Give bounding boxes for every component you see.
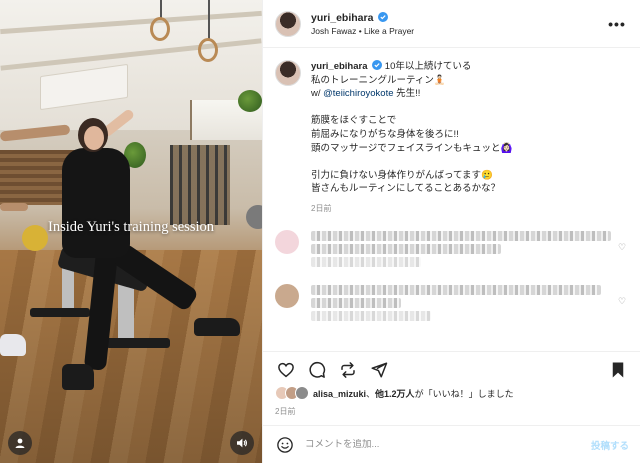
post-header: yuri_ebihara Josh Fawaz • Like a Prayer … [263,0,640,48]
person-shoe [194,318,240,336]
post-date: 2日前 [275,407,296,416]
caption-time: 2日前 [311,203,332,213]
verified-badge-icon [372,60,383,70]
verified-badge-icon [377,11,388,22]
comment-icon [309,361,326,378]
caption-line-2: 私のトレーニングルーティン🧘🏻 [311,74,446,86]
liker-username[interactable]: alisa_mizuki [313,389,366,399]
heart-icon [278,362,294,377]
comment-blurred [311,228,616,270]
caption-text: yuri_ebihara 10年以上続けている 私のトレーニングルーティン🧘🏻 … [311,60,512,226]
comment-avatar[interactable] [275,230,299,254]
post-sidebar: yuri_ebihara Josh Fawaz • Like a Prayer … [262,0,640,463]
audio-track[interactable]: Josh Fawaz • Like a Prayer [311,26,606,36]
author-avatar[interactable] [275,10,301,37]
bench-leg [118,280,134,340]
bookmark-icon [612,362,624,377]
speaker-icon [237,438,247,448]
caption-line-5: 前屈みになりがちな身体を後ろに!! [311,128,459,140]
author-username[interactable]: yuri_ebihara [311,12,373,24]
more-options-button[interactable]: ••• [606,16,628,32]
caption-line-1: 10年以上続けている [384,61,472,72]
caption-line-3: w/ @teiichiroyokote 先生!! [311,87,512,101]
scene-strap [208,0,210,40]
caption-username[interactable]: yuri_ebihara [311,61,368,72]
like-button[interactable] [275,359,297,381]
caption-line: yuri_ebihara 10年以上続けている [311,60,512,74]
share-button[interactable] [368,359,390,381]
likes-count[interactable]: 他1.2万人 [375,389,415,399]
mention-link[interactable]: @teiichiroyokote [323,88,393,99]
blurred-text [311,231,611,241]
comment-item: ♡ [263,282,640,334]
scene-plant [238,90,262,112]
comment-like-icon[interactable]: ♡ [616,242,628,253]
video-overlay-text: Inside Yuri's training session [48,219,214,235]
caption: yuri_ebihara 10年以上続けている 私のトレーニングルーティン🧘🏻 … [263,48,640,226]
caption-line-7: 引力に負けない身体作りがんばってます🥲 [311,169,493,181]
caption-with: w/ [311,88,324,100]
reel-video[interactable]: Inside Yuri's training session [0,0,262,463]
post-comment-button[interactable]: 投稿する [591,438,629,452]
scene-rack [170,145,230,225]
save-button[interactable] [607,359,629,381]
comment-blurred [311,282,616,324]
person-torso [62,148,130,258]
mute-button[interactable] [230,431,254,455]
blurred-meta [311,311,431,321]
repost-icon [341,361,355,378]
caption-sensei: 先生!! [393,88,421,100]
person-tag-icon [15,438,25,448]
caption-line-6: 頭のマッサージでフェイスラインもキュッと🙆🏻‍♀️ [311,142,513,154]
caption-avatar[interactable] [275,60,301,86]
caption-line-4: 筋膜をほぐすことで [311,115,397,127]
gym-ring [150,17,170,41]
emoji-icon [277,436,293,453]
helper-arm [0,203,28,211]
bench-leg [62,268,74,312]
author-info: yuri_ebihara Josh Fawaz • Like a Prayer [311,11,606,36]
comment-button[interactable] [306,359,328,381]
liker-avatar [295,386,309,400]
caption-gap [311,101,512,115]
comment-input[interactable] [305,439,591,450]
likes-summary: alisa_mizuki、他1.2万人が「いいね！」しました [275,386,514,400]
blurred-meta [311,257,421,267]
bench-foot [106,338,170,348]
caption-gap [311,155,512,169]
action-bar [263,351,640,387]
bench-foot [30,308,90,317]
send-icon [371,362,388,377]
scene-strap [160,0,162,18]
comment-avatar[interactable] [275,284,299,308]
helper-shoe [0,334,26,356]
emoji-button[interactable] [275,435,295,455]
gym-ring [198,38,218,62]
blurred-text [311,244,501,254]
blurred-text [311,285,601,295]
caption-line-8: 皆さんもルーティンにしてることあるかな？ [311,183,501,195]
comment-like-icon[interactable]: ♡ [616,296,628,307]
post-dialog: Inside Yuri's training session yuri_ebih… [0,0,640,463]
person-shoe [62,364,94,390]
blurred-text [311,298,401,308]
comment-composer: 投稿する [263,425,640,463]
person-face [84,126,104,150]
likes-suffix: が「いいね！」しました [414,388,514,399]
repost-button[interactable] [337,359,359,381]
user-tag-button[interactable] [8,431,32,455]
comment-item: ♡ [263,228,640,280]
likes-text: alisa_mizuki、他1.2万人が「いいね！」しました [313,388,514,399]
